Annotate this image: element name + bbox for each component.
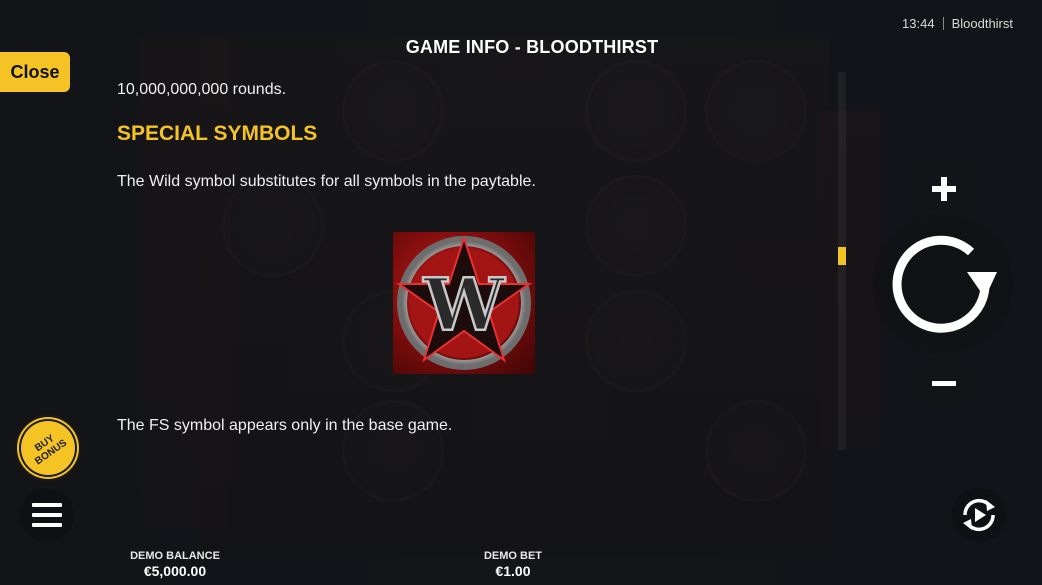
- close-button[interactable]: Close: [0, 52, 70, 92]
- fs-description: The FS symbol appears only in the base g…: [117, 417, 453, 434]
- autoplay-icon: [963, 498, 995, 532]
- menu-button[interactable]: [20, 488, 74, 542]
- minus-icon: [932, 381, 956, 386]
- divider: [942, 17, 944, 30]
- special-symbols-heading: SPECIAL SYMBOLS: [117, 122, 318, 145]
- clock-time: 13:44: [902, 16, 935, 31]
- demo-bet-value: €1.00: [495, 563, 531, 579]
- game-name: Bloodthirst: [951, 16, 1013, 31]
- menu-icon: [32, 503, 62, 527]
- rounds-line: 10,000,000,000 rounds.: [117, 79, 286, 100]
- demo-balance-value: €5,000.00: [143, 563, 207, 579]
- spin-button[interactable]: [873, 214, 1013, 354]
- increase-bet-button[interactable]: [918, 165, 970, 213]
- plus-icon: [932, 177, 956, 201]
- wild-letter: W: [423, 262, 506, 347]
- demo-bet-label: DEMO BET: [483, 550, 543, 562]
- info-content[interactable]: 10,000,000,000 rounds. SPECIAL SYMBOLS T…: [117, 55, 807, 475]
- status-bar: 13:44 Bloodthirst: [902, 16, 1013, 31]
- rounds-text: 10,000,000,000 rounds.: [117, 81, 287, 98]
- spin-icon: [892, 235, 997, 333]
- decrease-bet-button[interactable]: [918, 360, 970, 408]
- demo-bet: DEMO BET €1.00: [484, 550, 542, 579]
- buy-bonus-label: BUY BONUS: [33, 432, 70, 468]
- scrollbar-thumb[interactable]: [838, 247, 846, 265]
- autoplay-button[interactable]: [952, 488, 1006, 542]
- buy-bonus-button[interactable]: BUY BONUS: [15, 415, 81, 481]
- wild-description: The Wild symbol substitutes for all symb…: [117, 173, 536, 190]
- demo-balance: DEMO BALANCE €5,000.00: [130, 550, 220, 579]
- demo-balance-label: DEMO BALANCE: [130, 550, 220, 562]
- wild-symbol-image: W: [393, 232, 535, 374]
- wild-icon: W: [395, 234, 533, 370]
